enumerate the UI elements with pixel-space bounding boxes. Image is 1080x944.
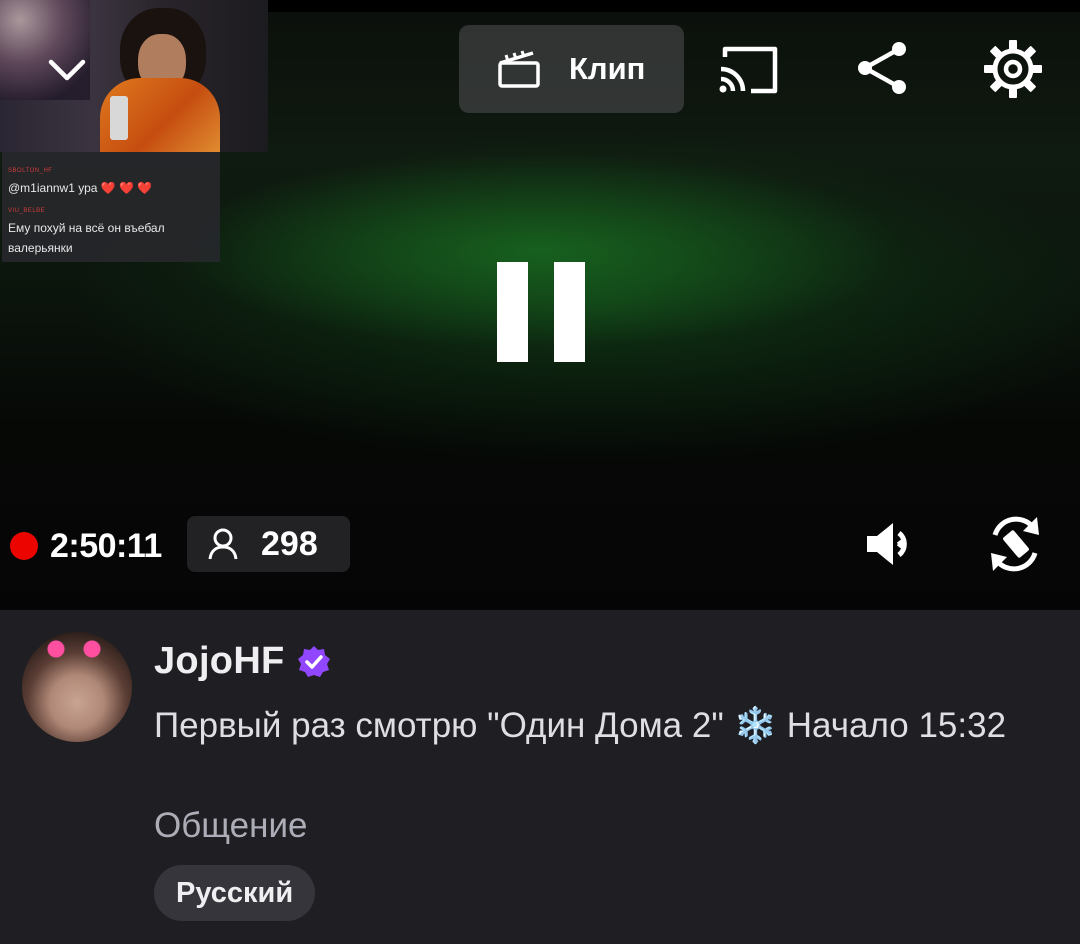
chat-message: @m1iannw1 ура ❤️ ❤️ ❤️ (8, 181, 153, 195)
cast-button[interactable] (716, 40, 782, 96)
stream-info-panel: JojoHF Первый раз смотрю "Один Дома 2" ❄… (0, 610, 1080, 944)
streamer-name[interactable]: JojoHF (154, 640, 285, 683)
streamer-avatar[interactable] (22, 632, 132, 742)
live-indicator: 2:50:11 (8, 520, 162, 572)
live-duration: 2:50:11 (50, 526, 162, 565)
clip-button-label: Клип (569, 51, 646, 86)
viewer-count-badge: 298 (187, 516, 350, 572)
volume-button[interactable] (862, 514, 924, 574)
viewer-count: 298 (261, 524, 318, 563)
chat-message: Ему похуй на всё он въебал валерьянки (8, 221, 165, 255)
volume-icon (867, 523, 907, 565)
stream-title: Первый раз смотрю "Один Дома 2" ❄️ Начал… (154, 706, 1007, 745)
rotate-icon (991, 516, 1039, 572)
chat-username: VIU_BELBE (8, 208, 46, 214)
live-dot-icon (10, 532, 38, 560)
streamer-facecam (0, 0, 268, 152)
video-player[interactable]: SBOLTON_HF @m1iannw1 ура ❤️ ❤️ ❤️ VIU_BE… (0, 0, 1080, 610)
stream-category[interactable]: Общение (154, 806, 307, 846)
clip-button[interactable]: Клип (459, 25, 684, 113)
person-icon (208, 528, 238, 560)
stream-chat-overlay: SBOLTON_HF @m1iannw1 ура ❤️ ❤️ ❤️ VIU_BE… (2, 152, 220, 262)
collapse-player-button[interactable] (42, 50, 92, 90)
clapperboard-icon (498, 50, 540, 88)
verified-badge-icon (297, 645, 330, 677)
pause-icon (497, 262, 528, 362)
cast-icon (719, 46, 778, 94)
chat-username: SBOLTON_HF (8, 168, 53, 174)
chevron-down-icon (48, 59, 86, 81)
settings-button[interactable] (980, 36, 1046, 102)
rotate-screen-button[interactable] (986, 512, 1044, 576)
streamer-header[interactable]: JojoHF (154, 640, 331, 683)
stream-tag[interactable]: Русский (154, 865, 316, 921)
pause-button[interactable] (497, 262, 585, 362)
gear-icon (984, 40, 1042, 98)
share-icon (858, 42, 906, 94)
share-button[interactable] (852, 38, 914, 98)
